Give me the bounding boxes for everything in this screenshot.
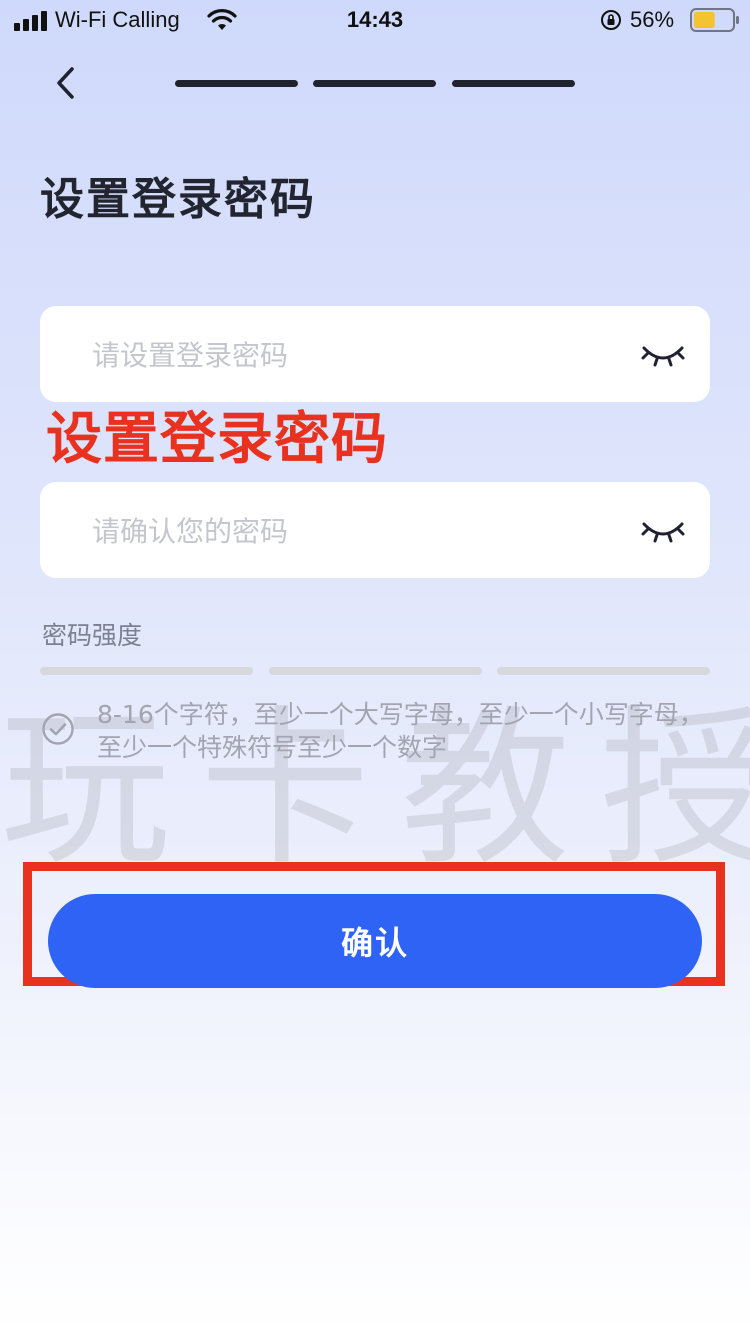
- password-field-card: [40, 306, 710, 404]
- progress-step-2: [313, 80, 436, 87]
- password-rules-text: 8-16个字符，至少一个大写字母，至少一个小写字母，至少一个特殊符号至少一个数字: [97, 700, 704, 762]
- page-title: 设置登录密码: [40, 174, 316, 225]
- strength-label: 密码强度: [42, 621, 143, 650]
- strength-bar-3: [497, 667, 710, 675]
- eye-closed-icon[interactable]: [640, 336, 686, 372]
- rotation-lock-icon: [601, 10, 621, 30]
- check-circle-icon: [42, 713, 74, 745]
- confirm-password-input[interactable]: [90, 482, 634, 580]
- password-input[interactable]: [90, 306, 634, 404]
- confirm-button[interactable]: 确认: [48, 894, 702, 988]
- progress-step-3: [452, 80, 575, 87]
- eye-closed-icon[interactable]: [640, 512, 686, 548]
- battery-icon: [690, 8, 739, 32]
- chevron-left-icon: [57, 67, 74, 99]
- strength-bar-2: [269, 667, 482, 675]
- annotation-caption: 设置登录密码: [46, 407, 388, 472]
- battery-percent: 56%: [630, 7, 675, 32]
- confirm-password-field-card: [40, 482, 710, 580]
- strength-bar-1: [40, 667, 253, 675]
- back-button[interactable]: [40, 58, 90, 108]
- status-bar: Wi-Fi Calling 14:43 56%: [0, 0, 750, 40]
- progress-step-1: [175, 80, 298, 87]
